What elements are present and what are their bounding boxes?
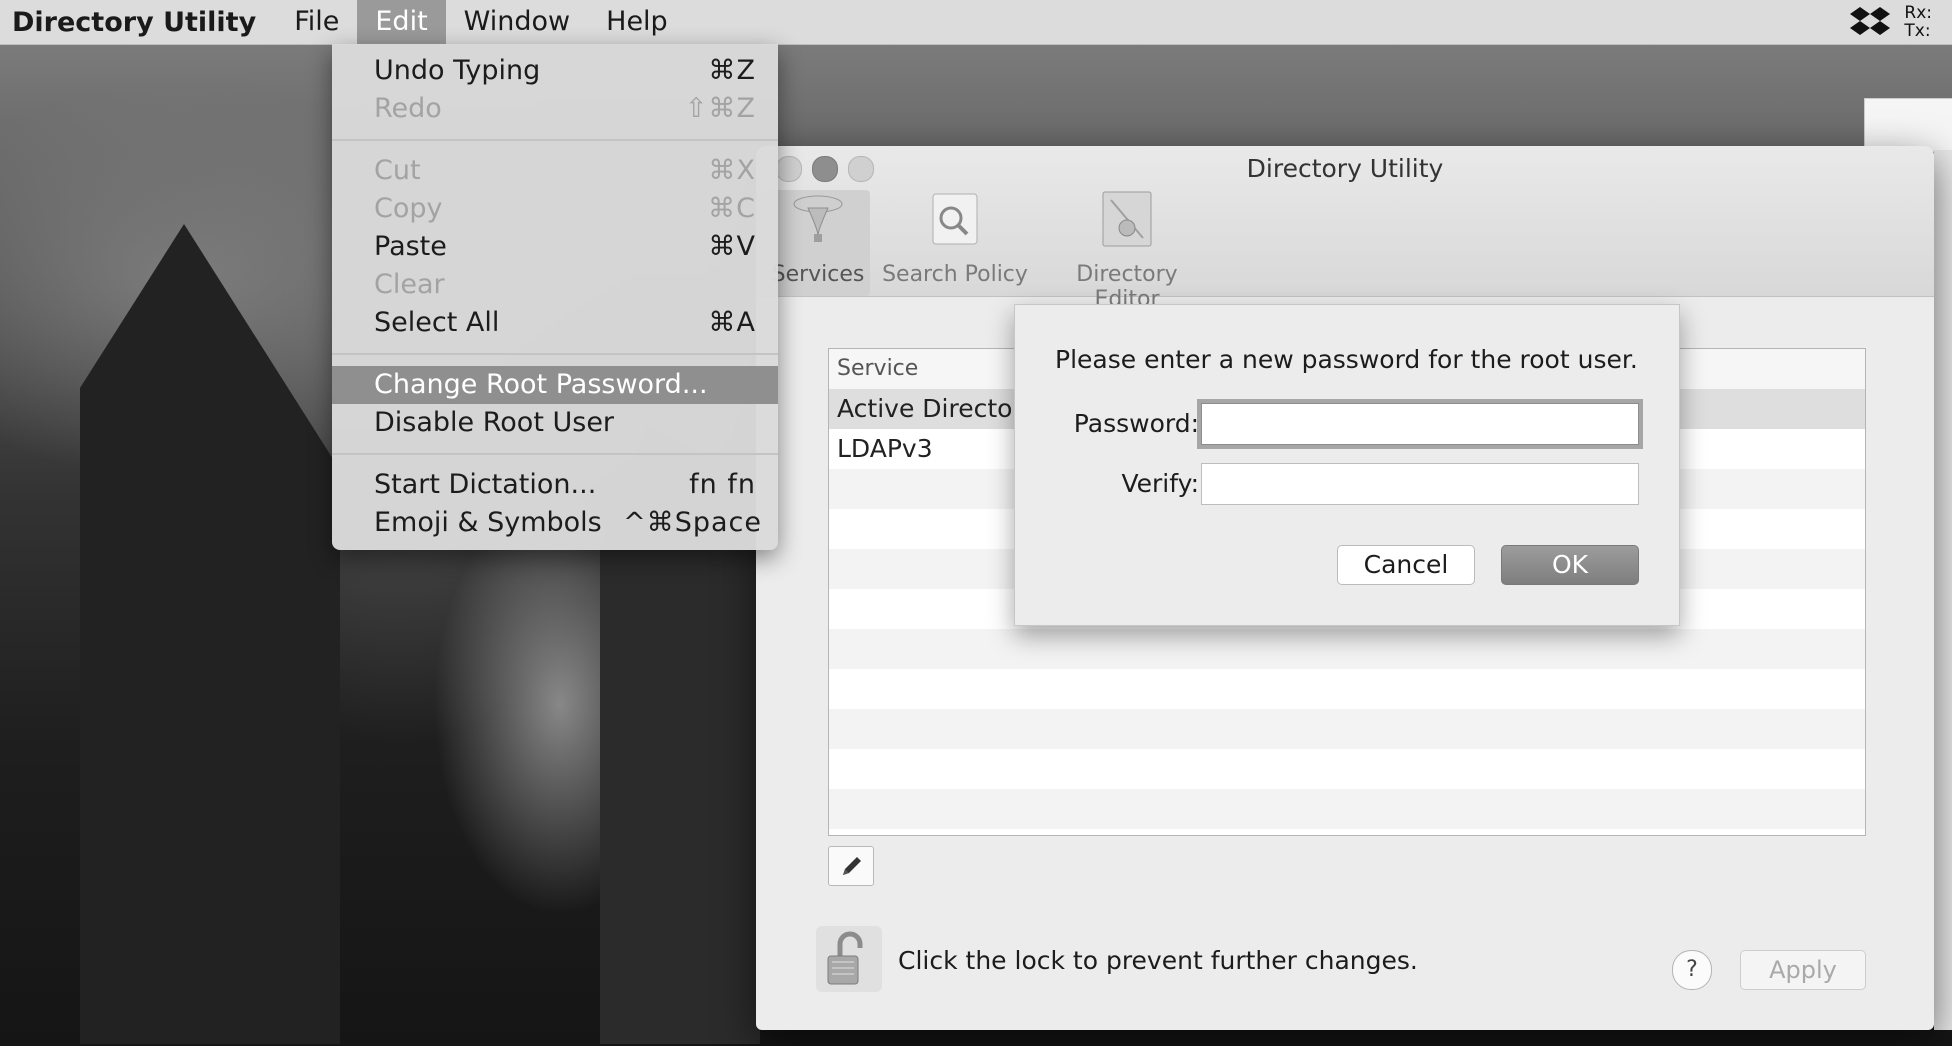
verify-field[interactable]	[1201, 463, 1639, 505]
edit-service-button[interactable]	[828, 846, 874, 886]
menu-item-emoji-symbols[interactable]: Emoji & Symbols ^⌘Space	[332, 504, 778, 542]
menu-item-clear[interactable]: Clear	[332, 266, 778, 304]
menu-item-select-all[interactable]: Select All ⌘A	[332, 304, 778, 342]
tab-directory-editor[interactable]: Directory Editor	[1042, 190, 1212, 312]
menu-item-copy[interactable]: Copy ⌘C	[332, 190, 778, 228]
tx-label: Tx:	[1904, 21, 1931, 41]
ok-button[interactable]: OK	[1501, 545, 1639, 585]
window-title: Directory Utility	[1246, 154, 1444, 183]
menu-separator	[332, 353, 778, 355]
menu-item-redo[interactable]: Redo ⇧⌘Z	[332, 90, 778, 128]
menu-item-paste[interactable]: Paste ⌘V	[332, 228, 778, 266]
menu-separator	[332, 453, 778, 455]
table-row-stripe	[829, 709, 1865, 749]
tab-services[interactable]: Services	[766, 190, 870, 296]
service-column-header: Service	[837, 356, 919, 381]
background-window-thumbnail	[1864, 98, 1952, 152]
password-label: Password:	[1073, 409, 1199, 438]
cancel-button[interactable]: Cancel	[1337, 545, 1475, 585]
edit-menu-dropdown: Undo Typing ⌘Z Redo ⇧⌘Z Cut ⌘X Copy ⌘C P…	[332, 44, 778, 550]
title-bar: Directory Utility Services Search Policy	[756, 146, 1934, 312]
mountain-silhouette	[80, 224, 340, 1044]
rx-label: Rx:	[1904, 3, 1932, 23]
dropbox-icon[interactable]	[1850, 5, 1891, 39]
menu-bar: Directory Utility File Edit Window Help …	[0, 0, 1952, 45]
tab-services-label: Services	[771, 262, 865, 287]
services-icon	[793, 195, 843, 242]
menu-edit[interactable]: Edit	[357, 0, 446, 44]
menu-item-cut[interactable]: Cut ⌘X	[332, 152, 778, 190]
search-policy-icon	[932, 193, 978, 245]
table-row-stripe	[829, 789, 1865, 829]
menu-file[interactable]: File	[276, 0, 357, 44]
table-row-stripe	[829, 629, 1865, 669]
lock-icon[interactable]	[816, 926, 882, 992]
apply-button[interactable]: Apply	[1740, 950, 1866, 990]
lock-status-text: Click the lock to prevent further change…	[898, 946, 1418, 975]
tab-search-policy-label: Search Policy	[882, 262, 1028, 287]
network-monitor[interactable]: Rx: Tx:	[1904, 4, 1932, 40]
background-window-edge	[1934, 150, 1952, 1030]
menu-window[interactable]: Window	[446, 0, 588, 44]
root-password-sheet: Please enter a new password for the root…	[1014, 304, 1680, 626]
tab-search-policy[interactable]: Search Policy	[878, 190, 1032, 287]
menu-item-disable-root-user[interactable]: Disable Root User	[332, 404, 778, 442]
menu-item-undo-typing[interactable]: Undo Typing ⌘Z	[332, 52, 778, 90]
help-button[interactable]: ?	[1672, 950, 1712, 990]
menu-separator	[332, 139, 778, 141]
menu-help[interactable]: Help	[588, 0, 686, 44]
sheet-message: Please enter a new password for the root…	[1055, 345, 1638, 374]
password-field[interactable]	[1201, 403, 1639, 445]
service-name: Active Directory	[837, 394, 1038, 423]
service-name: LDAPv3	[837, 434, 933, 463]
verify-label: Verify:	[1121, 469, 1199, 498]
menu-item-change-root-password[interactable]: Change Root Password...	[332, 366, 778, 404]
app-menu[interactable]: Directory Utility	[0, 7, 276, 38]
pencil-icon	[843, 857, 861, 875]
directory-editor-icon	[1102, 191, 1152, 247]
status-area: Rx: Tx:	[1850, 0, 1932, 44]
menu-item-start-dictation[interactable]: Start Dictation... fn fn	[332, 466, 778, 504]
